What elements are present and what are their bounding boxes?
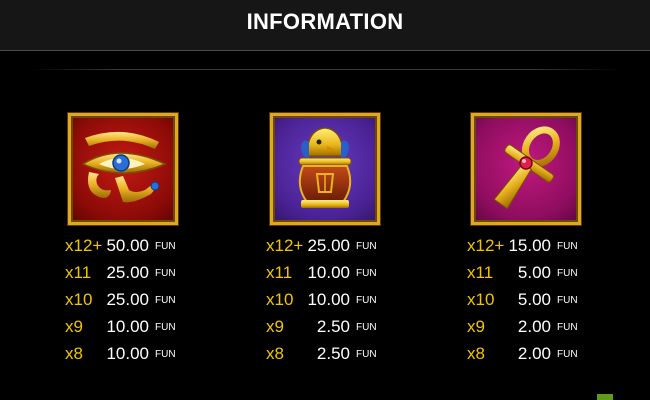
multiplier-label: x9 [65,317,83,336]
canopic-jar-icon [298,127,352,208]
multiplier-label: x11 [266,263,293,282]
multiplier-label: x10 [467,290,495,309]
payout-value: 15.00 [508,236,551,255]
multiplier-label: x12+ [266,236,304,255]
paytable-row: x12+ 50.00 FUN [65,232,205,258]
payout-value: 25.00 [106,263,149,282]
currency-unit: FUN [155,268,176,279]
payout-value: 10.00 [106,317,149,336]
paytable-row: x10 5.00 FUN [467,286,607,312]
paytable-ankh: x12+ 15.00 FUN x11 5.00 FUN x10 5.00 FUN… [467,232,607,372]
paytable-eye: x12+ 50.00 FUN x11 25.00 FUN x10 25.00 F… [65,232,205,372]
currency-unit: FUN [155,295,176,306]
paytable-row: x11 5.00 FUN [467,259,607,285]
payout-value: 5.00 [517,290,551,309]
currency-unit: FUN [356,349,377,360]
paytable-jar: x12+ 25.00 FUN x11 10.00 FUN x10 10.00 F… [266,232,406,372]
multiplier-label: x8 [266,344,284,363]
symbol-card-ankh [471,113,581,225]
currency-unit: FUN [155,349,176,360]
payout-value: 2.50 [316,317,350,336]
currency-unit: FUN [557,241,578,252]
multiplier-label: x9 [467,317,485,336]
divider [30,69,620,70]
payout-value: 10.00 [307,290,350,309]
payout-value: 2.50 [316,344,350,363]
paytable-row: x8 10.00 FUN [65,340,205,366]
payout-value: 25.00 [307,236,350,255]
currency-unit: FUN [155,241,176,252]
currency-unit: FUN [356,295,377,306]
payout-value: 25.00 [106,290,149,309]
currency-unit: FUN [155,322,176,333]
info-header: INFORMATION [0,0,650,51]
payout-value: 5.00 [517,263,551,282]
payout-value: 10.00 [307,263,350,282]
currency-unit: FUN [557,268,578,279]
ankh-icon [493,126,560,210]
currency-unit: FUN [557,295,578,306]
multiplier-label: x11 [467,263,494,282]
currency-unit: FUN [557,349,578,360]
symbol-card-eye [68,113,178,225]
multiplier-label: x10 [65,290,93,309]
paytable-row: x8 2.50 FUN [266,340,406,366]
page-title: INFORMATION [246,9,404,34]
paytable-row: x11 25.00 FUN [65,259,205,285]
multiplier-label: x9 [266,317,284,336]
paytable-row: x11 10.00 FUN [266,259,406,285]
currency-unit: FUN [356,322,377,333]
paytable-row: x9 2.00 FUN [467,313,607,339]
multiplier-label: x10 [266,290,294,309]
payout-value: 10.00 [106,344,149,363]
currency-unit: FUN [356,241,377,252]
multiplier-label: x12+ [65,236,103,255]
paytable-row: x12+ 15.00 FUN [467,232,607,258]
paytable-row: x10 10.00 FUN [266,286,406,312]
multiplier-label: x12+ [467,236,505,255]
eye-of-horus-icon [81,131,167,203]
multiplier-label: x11 [65,263,92,282]
payout-value: 50.00 [106,236,149,255]
paytable-row: x8 2.00 FUN [467,340,607,366]
payout-value: 2.00 [517,344,551,363]
paytable-row: x10 25.00 FUN [65,286,205,312]
close-panel-tab[interactable] [597,394,613,400]
paytable-row: x9 2.50 FUN [266,313,406,339]
symbol-card-jar [270,113,380,225]
multiplier-label: x8 [467,344,485,363]
currency-unit: FUN [557,322,578,333]
paytable-row: x12+ 25.00 FUN [266,232,406,258]
payout-value: 2.00 [517,317,551,336]
paytable-row: x9 10.00 FUN [65,313,205,339]
multiplier-label: x8 [65,344,83,363]
currency-unit: FUN [356,268,377,279]
